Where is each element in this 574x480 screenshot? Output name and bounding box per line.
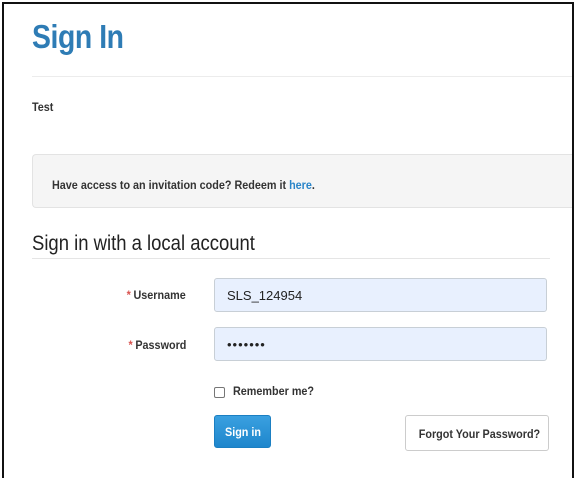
password-required-marker: * bbox=[128, 338, 133, 352]
forgot-password-button-label: Forgot Your Password? bbox=[418, 427, 541, 441]
password-label-text: Password bbox=[134, 338, 186, 352]
sign-in-button-label: Sign in bbox=[224, 425, 261, 439]
invitation-panel: Have access to an invitation code? Redee… bbox=[32, 154, 572, 208]
username-label: * Username bbox=[26, 288, 186, 302]
username-label-text: Username bbox=[133, 288, 186, 302]
title-divider bbox=[32, 76, 572, 77]
sign-in-button[interactable]: Sign in bbox=[214, 415, 271, 448]
password-input[interactable] bbox=[214, 327, 547, 361]
invitation-text: Have access to an invitation code? Redee… bbox=[52, 178, 290, 192]
page-title: Sign In bbox=[32, 18, 124, 55]
remember-me-checkbox[interactable] bbox=[214, 387, 225, 398]
invitation-suffix: . bbox=[311, 178, 315, 192]
tenant-name: Test bbox=[32, 100, 54, 114]
invitation-message: Have access to an invitation code? Redee… bbox=[52, 178, 315, 192]
local-account-heading: Sign in with a local account bbox=[32, 232, 255, 255]
redeem-invitation-link[interactable]: here bbox=[289, 178, 312, 192]
signin-page: Sign In Test Have access to an invitatio… bbox=[2, 2, 574, 478]
section-divider bbox=[32, 258, 550, 259]
username-required-marker: * bbox=[126, 288, 132, 302]
remember-me-label[interactable]: Remember me? bbox=[233, 384, 314, 398]
username-input[interactable] bbox=[214, 278, 547, 312]
password-label: * Password bbox=[26, 338, 186, 352]
forgot-password-button[interactable]: Forgot Your Password? bbox=[405, 415, 549, 451]
